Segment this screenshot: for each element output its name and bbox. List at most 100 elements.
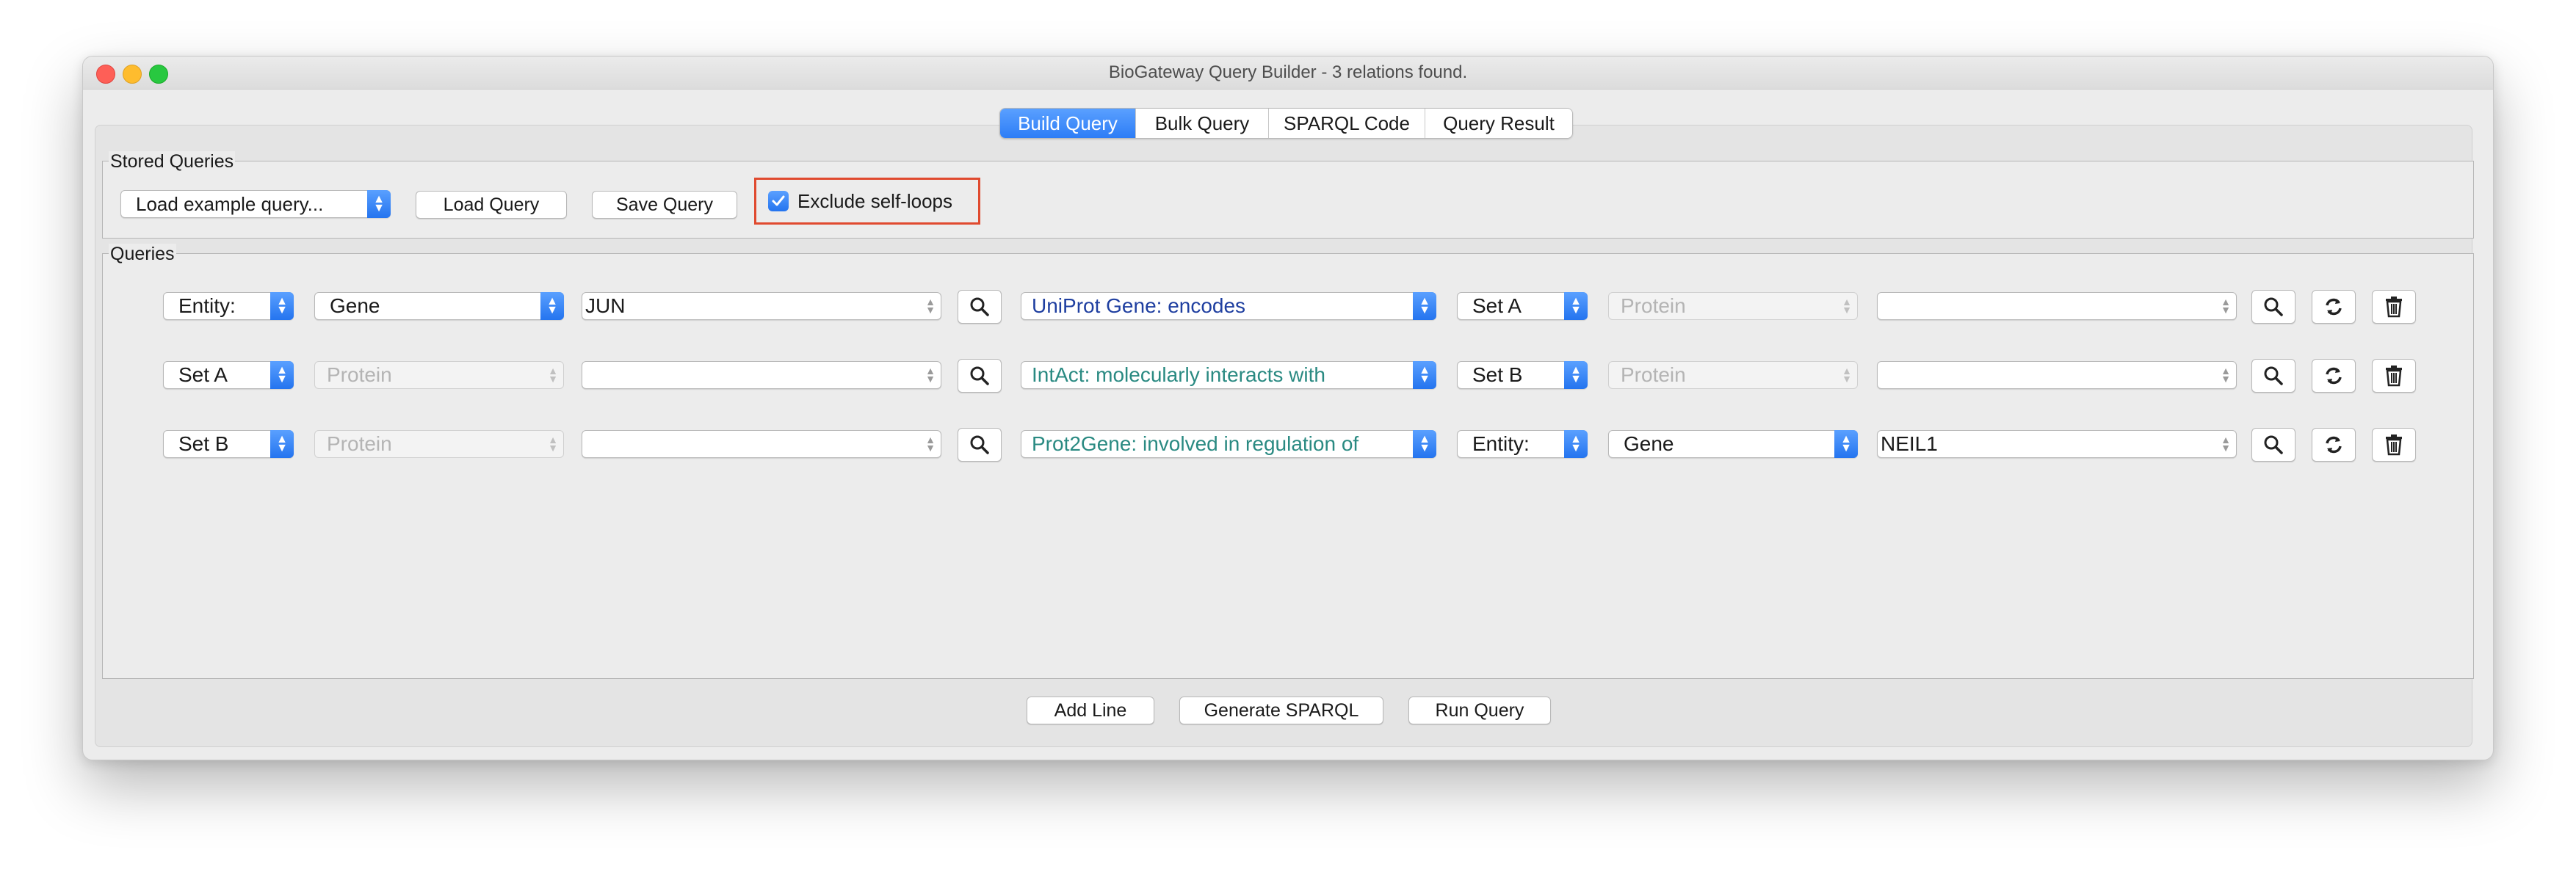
delete-line-button[interactable] — [2372, 290, 2416, 324]
search-icon — [970, 435, 989, 454]
example-query-select-label: Load example query... — [136, 192, 324, 215]
tab-bar: Build Query Bulk Query SPARQL Code Query… — [999, 108, 1573, 139]
checkmark-icon — [772, 195, 785, 206]
subject-class-select[interactable]: Protein ▲ ▼ — [314, 430, 564, 458]
example-query-select[interactable]: Load example query... ▲ ▼ — [120, 189, 391, 218]
queries-title: Queries — [109, 244, 176, 265]
subject-type-select[interactable]: Set A ▲ ▼ — [163, 360, 294, 389]
chevron-updown-icon: ▲ ▼ — [1413, 291, 1436, 320]
chevron-updown-icon: ▲ ▼ — [1834, 429, 1858, 458]
object-search-button[interactable] — [2251, 359, 2295, 393]
object-class-value: Protein — [1621, 363, 1686, 386]
trash-icon — [2386, 434, 2402, 456]
search-icon — [2264, 435, 2283, 454]
object-value-text: NEIL1 — [1881, 432, 1938, 455]
exclude-self-loops-checkbox[interactable] — [768, 191, 789, 211]
subject-search-button[interactable] — [958, 290, 1002, 324]
title-bar[interactable]: BioGateway Query Builder - 3 relations f… — [83, 57, 2493, 90]
swap-button[interactable] — [2312, 359, 2356, 393]
subject-type-value: Entity: — [178, 294, 236, 317]
subject-type-value: Set A — [178, 363, 228, 386]
subject-class-select[interactable]: Gene ▲ ▼ — [314, 291, 564, 320]
tab-bulk-query[interactable]: Bulk Query — [1136, 109, 1269, 138]
exclude-self-loops-label: Exclude self-loops — [797, 189, 952, 212]
chevron-updown-icon: ▲ ▼ — [548, 434, 558, 454]
chevron-updown-icon: ▲ ▼ — [540, 291, 564, 320]
object-type-value: Entity: — [1472, 432, 1530, 455]
window-title: BioGateway Query Builder - 3 relations f… — [1108, 62, 1468, 82]
chevron-updown-icon: ▲ ▼ — [548, 365, 558, 385]
chevron-updown-icon: ▲ ▼ — [1842, 296, 1852, 316]
subject-class-select[interactable]: Protein ▲ ▼ — [314, 361, 564, 389]
chevron-updown-icon: ▲ ▼ — [925, 296, 936, 316]
subject-search-button[interactable] — [958, 428, 1002, 462]
chevron-updown-icon: ▲ ▼ — [2221, 434, 2231, 454]
subject-value-text: JUN — [585, 294, 626, 317]
object-search-button[interactable] — [2251, 428, 2295, 462]
relation-value: UniProt Gene: encodes — [1032, 294, 1246, 317]
trash-icon — [2386, 366, 2402, 387]
relation-value: Prot2Gene: involved in regulation of — [1032, 432, 1359, 455]
object-value-combo[interactable]: NEIL1 ▲ ▼ — [1877, 430, 2237, 458]
chevron-updown-icon: ▲ ▼ — [1413, 429, 1436, 458]
chevron-updown-icon: ▲ ▼ — [1564, 429, 1588, 458]
subject-class-value: Gene — [330, 294, 380, 317]
object-search-button[interactable] — [2251, 290, 2295, 324]
trash-icon — [2386, 297, 2402, 318]
subject-value-combo[interactable]: ▲ ▼ — [582, 361, 941, 389]
generate-sparql-button[interactable]: Generate SPARQL — [1179, 697, 1383, 724]
run-query-button[interactable]: Run Query — [1408, 697, 1551, 724]
relation-select[interactable]: UniProt Gene: encodes ▲ ▼ — [1021, 291, 1436, 320]
object-value-combo[interactable]: ▲ ▼ — [1877, 361, 2237, 389]
add-line-button[interactable]: Add Line — [1027, 697, 1154, 724]
relation-value: IntAct: molecularly interacts with — [1032, 363, 1325, 386]
chevron-updown-icon: ▲ ▼ — [925, 434, 936, 454]
refresh-icon — [2326, 298, 2342, 316]
subject-class-value: Protein — [327, 363, 392, 386]
object-class-select[interactable]: Protein ▲ ▼ — [1608, 361, 1858, 389]
load-query-button[interactable]: Load Query — [416, 191, 567, 219]
object-class-select[interactable]: Gene ▲ ▼ — [1608, 429, 1858, 458]
chevron-updown-icon: ▲ ▼ — [1564, 291, 1588, 320]
tab-sparql-code[interactable]: SPARQL Code — [1269, 109, 1425, 138]
object-type-select[interactable]: Set B ▲ ▼ — [1457, 360, 1588, 389]
object-type-select[interactable]: Set A ▲ ▼ — [1457, 291, 1588, 320]
object-type-value: Set B — [1472, 363, 1523, 386]
chevron-updown-icon: ▲ ▼ — [367, 189, 391, 218]
search-icon — [2264, 366, 2283, 385]
chevron-updown-icon: ▲ ▼ — [270, 291, 294, 320]
object-class-value: Gene — [1624, 432, 1674, 455]
refresh-icon — [2326, 436, 2342, 454]
tab-build-query[interactable]: Build Query — [1000, 109, 1136, 138]
object-class-value: Protein — [1621, 294, 1686, 317]
tab-query-result[interactable]: Query Result — [1425, 109, 1572, 138]
chevron-updown-icon: ▲ ▼ — [925, 365, 936, 385]
chevron-updown-icon: ▲ ▼ — [1564, 360, 1588, 389]
exclude-self-loops-highlight: Exclude self-loops — [754, 178, 980, 225]
stored-queries-title: Stored Queries — [109, 151, 236, 172]
subject-value-combo[interactable]: ▲ ▼ — [582, 430, 941, 458]
swap-button[interactable] — [2312, 428, 2356, 462]
relation-select[interactable]: Prot2Gene: involved in regulation of ▲ ▼ — [1021, 429, 1436, 458]
chevron-updown-icon: ▲ ▼ — [2221, 296, 2231, 316]
subject-class-value: Protein — [327, 432, 392, 455]
swap-button[interactable] — [2312, 290, 2356, 324]
refresh-icon — [2326, 367, 2342, 385]
chevron-updown-icon: ▲ ▼ — [270, 429, 294, 458]
subject-type-select[interactable]: Entity: ▲ ▼ — [163, 291, 294, 320]
chevron-updown-icon: ▲ ▼ — [1413, 360, 1436, 389]
save-query-button[interactable]: Save Query — [592, 191, 737, 219]
chevron-updown-icon: ▲ ▼ — [1842, 365, 1852, 385]
subject-type-select[interactable]: Set B ▲ ▼ — [163, 429, 294, 458]
relation-select[interactable]: IntAct: molecularly interacts with ▲ ▼ — [1021, 360, 1436, 389]
search-icon — [970, 297, 989, 316]
delete-line-button[interactable] — [2372, 359, 2416, 393]
search-icon — [2264, 297, 2283, 316]
subject-value-combo[interactable]: JUN ▲ ▼ — [582, 292, 941, 320]
object-class-select[interactable]: Protein ▲ ▼ — [1608, 292, 1858, 320]
delete-line-button[interactable] — [2372, 428, 2416, 462]
subject-type-value: Set B — [178, 432, 229, 455]
subject-search-button[interactable] — [958, 359, 1002, 393]
object-value-combo[interactable]: ▲ ▼ — [1877, 292, 2237, 320]
object-type-select[interactable]: Entity: ▲ ▼ — [1457, 429, 1588, 458]
